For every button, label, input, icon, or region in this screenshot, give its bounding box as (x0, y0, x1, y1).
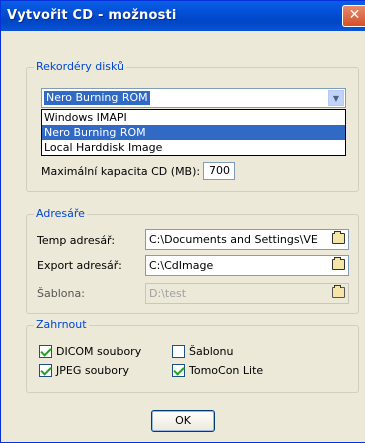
recorder-select[interactable]: Nero Burning ROM ▼ (41, 88, 346, 108)
max-capacity-label: Maximální kapacita CD (MB): (41, 165, 201, 178)
jpeg-label[interactable]: JPEG soubory (56, 364, 129, 377)
include-group: Zahrnout (26, 318, 359, 393)
recorder-dropdown-list: Windows IMAPI Nero Burning ROM Local Har… (41, 109, 346, 156)
include-group-label: Zahrnout (34, 318, 89, 331)
tomocon-checkbox[interactable] (172, 364, 185, 377)
recorder-option-local-harddisk[interactable]: Local Harddisk Image (42, 140, 345, 155)
export-folder-label: Export adresář: (37, 259, 122, 272)
dicom-label[interactable]: DICOM soubory (56, 345, 141, 358)
temp-folder-field[interactable]: C:\Documents and Settings\VE (145, 229, 349, 250)
template-checkbox-label[interactable]: Šablonu (189, 345, 233, 358)
ok-button[interactable]: OK (151, 410, 215, 432)
temp-folder-value: C:\Documents and Settings\VE (149, 233, 318, 246)
chevron-down-icon[interactable]: ▼ (328, 90, 344, 106)
tomocon-label[interactable]: TomoCon Lite (189, 364, 263, 377)
template-folder-label: Šablona: (37, 287, 85, 300)
recorder-option-nero[interactable]: Nero Burning ROM (42, 125, 345, 140)
temp-folder-label: Temp adresář: (37, 234, 116, 247)
template-folder-field: D:\test (145, 283, 349, 304)
close-icon: ✕ (348, 7, 361, 23)
folder-icon[interactable] (332, 257, 345, 270)
export-folder-field[interactable]: C:\CdImage (145, 255, 349, 276)
dialog-window: Vytvořit CD - možnosti ✕ Rekordéry disků… (0, 0, 365, 443)
close-button[interactable]: ✕ (342, 5, 365, 27)
jpeg-checkbox[interactable] (39, 364, 52, 377)
folder-icon (332, 285, 345, 298)
export-folder-value: C:\CdImage (149, 259, 214, 272)
template-folder-value: D:\test (149, 287, 187, 300)
dicom-checkbox[interactable] (39, 345, 52, 358)
recorders-group-label: Rekordéry disků (34, 60, 127, 73)
title-bar[interactable]: Vytvořit CD - možnosti ✕ (1, 1, 365, 31)
max-capacity-input[interactable]: 700 (203, 162, 235, 180)
recorder-option-windows-imapi[interactable]: Windows IMAPI (42, 110, 345, 125)
folders-group-label: Adresáře (34, 207, 87, 220)
template-checkbox[interactable] (172, 345, 185, 358)
recorder-select-value: Nero Burning ROM (44, 91, 150, 105)
window-title: Vytvořit CD - možnosti (7, 8, 177, 23)
folder-icon[interactable] (332, 231, 345, 244)
